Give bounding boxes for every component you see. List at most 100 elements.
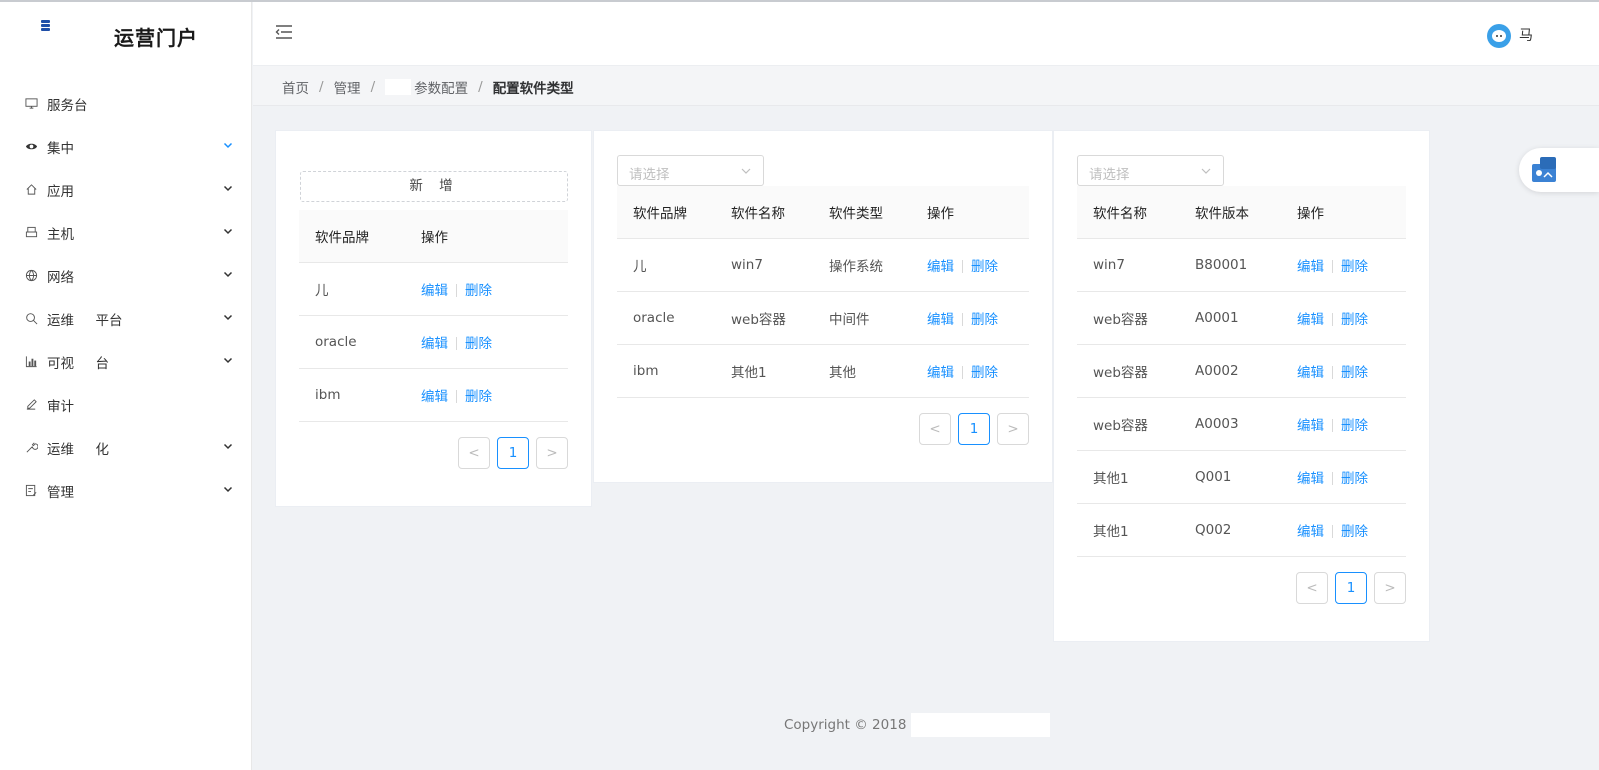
search-icon <box>24 312 38 326</box>
logo-icon <box>41 20 50 32</box>
sidebar-item[interactable]: 集中 <box>0 125 252 168</box>
cell-brand: ibm <box>315 387 341 403</box>
sidebar-item-label: 运维 平台 <box>47 312 123 329</box>
sidebar-item[interactable]: 管理 <box>0 469 252 512</box>
divider <box>1332 525 1333 538</box>
pagination: < 1 > <box>919 413 1036 445</box>
delete-link[interactable]: 删除 <box>1341 471 1368 487</box>
delete-link[interactable]: 删除 <box>971 312 998 328</box>
edit-link[interactable]: 编辑 <box>1297 471 1324 487</box>
sidebar-item[interactable]: 运维 平台 <box>0 297 252 340</box>
brand-select[interactable]: 请选择 <box>617 155 764 186</box>
delete-link[interactable]: 删除 <box>1341 524 1368 540</box>
next-page-button[interactable]: > <box>536 437 568 469</box>
table-row: oracle web容器 中间件 编辑 删除 <box>617 292 1029 345</box>
divider <box>962 313 963 326</box>
avatar[interactable] <box>1487 24 1511 48</box>
sidebar-item-label: 集中 <box>47 140 74 157</box>
cell-version: A0003 <box>1195 416 1239 432</box>
cell-version: A0001 <box>1195 310 1239 326</box>
delete-link[interactable]: 删除 <box>1341 312 1368 328</box>
divider <box>456 337 457 350</box>
edit-link[interactable]: 编辑 <box>927 365 954 381</box>
delete-link[interactable]: 删除 <box>971 365 998 381</box>
delete-link[interactable]: 删除 <box>971 259 998 275</box>
table-row: win7 B80001 编辑 删除 <box>1077 239 1406 292</box>
page-button[interactable]: 1 <box>497 437 529 469</box>
prev-page-button[interactable]: < <box>919 413 951 445</box>
column-header: 软件名称 <box>1093 206 1147 222</box>
divider <box>962 366 963 379</box>
chevron-down-icon[interactable] <box>222 311 234 323</box>
brand-table: 软件品牌 操作 儿编辑 删除 oracle 编辑 删除 ibm 编辑 删除 <box>299 210 568 422</box>
column-header: 软件品牌 <box>315 230 369 246</box>
edit-link[interactable]: 编辑 <box>1297 418 1324 434</box>
delete-link[interactable]: 删除 <box>465 389 492 405</box>
edit-link[interactable]: 编辑 <box>1297 312 1324 328</box>
menu-fold-icon[interactable] <box>275 24 295 42</box>
cell-name: 其他1 <box>1093 524 1129 540</box>
chevron-down-icon[interactable] <box>222 225 234 237</box>
cell-name: web容器 <box>1093 365 1148 381</box>
pagination: < 1 > <box>1296 572 1413 604</box>
chevron-down-icon[interactable] <box>222 354 234 366</box>
edit-link[interactable]: 编辑 <box>927 312 954 328</box>
copyright-text: Copyright © 2018 <box>784 717 907 733</box>
edit-link[interactable]: 编辑 <box>927 259 954 275</box>
username[interactable]: 马 <box>1519 25 1533 45</box>
delete-link[interactable]: 删除 <box>1341 259 1368 275</box>
divider <box>456 390 457 403</box>
edit-link[interactable]: 编辑 <box>421 336 448 352</box>
sidebar-item-label: 主机 <box>47 226 74 243</box>
sidebar-item[interactable]: 可视 台 <box>0 340 252 383</box>
cell-type: 中间件 <box>829 312 870 328</box>
delete-link[interactable]: 删除 <box>465 336 492 352</box>
breadcrumb-params[interactable]: 参数配置 <box>414 77 468 97</box>
sidebar-item[interactable]: 网络 <box>0 254 252 297</box>
sidebar-item[interactable]: 审计 <box>0 383 252 426</box>
add-button[interactable]: 新 增 <box>300 171 568 202</box>
sidebar-item-label: 网络 <box>47 269 74 286</box>
chevron-down-icon[interactable] <box>222 182 234 194</box>
page-button[interactable]: 1 <box>958 413 990 445</box>
logo[interactable]: 运营门户 <box>0 2 252 66</box>
sidebar-item[interactable]: 主机 <box>0 211 252 254</box>
edit-link[interactable]: 编辑 <box>1297 524 1324 540</box>
chevron-down-icon[interactable] <box>222 139 234 151</box>
software-version-table: 软件名称 软件版本 操作 win7 B80001 编辑 删除 web容器 A0001 编辑删… <box>1077 186 1406 557</box>
edit-link[interactable]: 编辑 <box>1297 365 1324 381</box>
chevron-down-icon[interactable] <box>222 440 234 452</box>
edit-link[interactable]: 编辑 <box>1297 259 1324 275</box>
breadcrumb-bar: 首页 / 管理 / 参数配置 / 配置软件类型 <box>253 66 1599 106</box>
next-page-button[interactable]: > <box>997 413 1029 445</box>
sidebar-item-label: 运维 化 <box>47 441 109 458</box>
column-header: 操作 <box>421 230 448 246</box>
breadcrumb-current: 配置软件类型 <box>492 81 574 97</box>
software-name-panel: 请选择 软件品牌 软件名称 软件类型 操作 儿 win7 操作系统 编辑 删除 oracl… <box>593 130 1053 483</box>
software-select[interactable]: 请选择 <box>1077 155 1224 186</box>
floating-tool-button[interactable] <box>1519 148 1599 192</box>
breadcrumb-home[interactable]: 首页 <box>282 77 309 97</box>
home-icon <box>24 183 38 197</box>
delete-link[interactable]: 删除 <box>465 283 492 299</box>
sidebar-item[interactable]: 运维 化 <box>0 426 252 469</box>
divider <box>1332 260 1333 273</box>
form-icon <box>24 484 38 498</box>
page-button[interactable]: 1 <box>1335 572 1367 604</box>
sidebar-item[interactable]: 服务台 <box>0 82 252 125</box>
chevron-down-icon[interactable] <box>222 483 234 495</box>
chevron-down-icon[interactable] <box>222 268 234 280</box>
edit-link[interactable]: 编辑 <box>421 283 448 299</box>
prev-page-button[interactable]: < <box>1296 572 1328 604</box>
row-actions: 编辑 删除 <box>1281 414 1406 434</box>
delete-link[interactable]: 删除 <box>1341 418 1368 434</box>
next-page-button[interactable]: > <box>1374 572 1406 604</box>
breadcrumb-manage[interactable]: 管理 <box>334 77 361 97</box>
prev-page-button[interactable]: < <box>458 437 490 469</box>
edit-link[interactable]: 编辑 <box>421 389 448 405</box>
eye-icon <box>24 140 38 154</box>
row-actions: 编辑 删除 <box>405 385 568 405</box>
sidebar-item[interactable]: 应用 <box>0 168 252 211</box>
cell-version: Q001 <box>1195 469 1232 485</box>
delete-link[interactable]: 删除 <box>1341 365 1368 381</box>
